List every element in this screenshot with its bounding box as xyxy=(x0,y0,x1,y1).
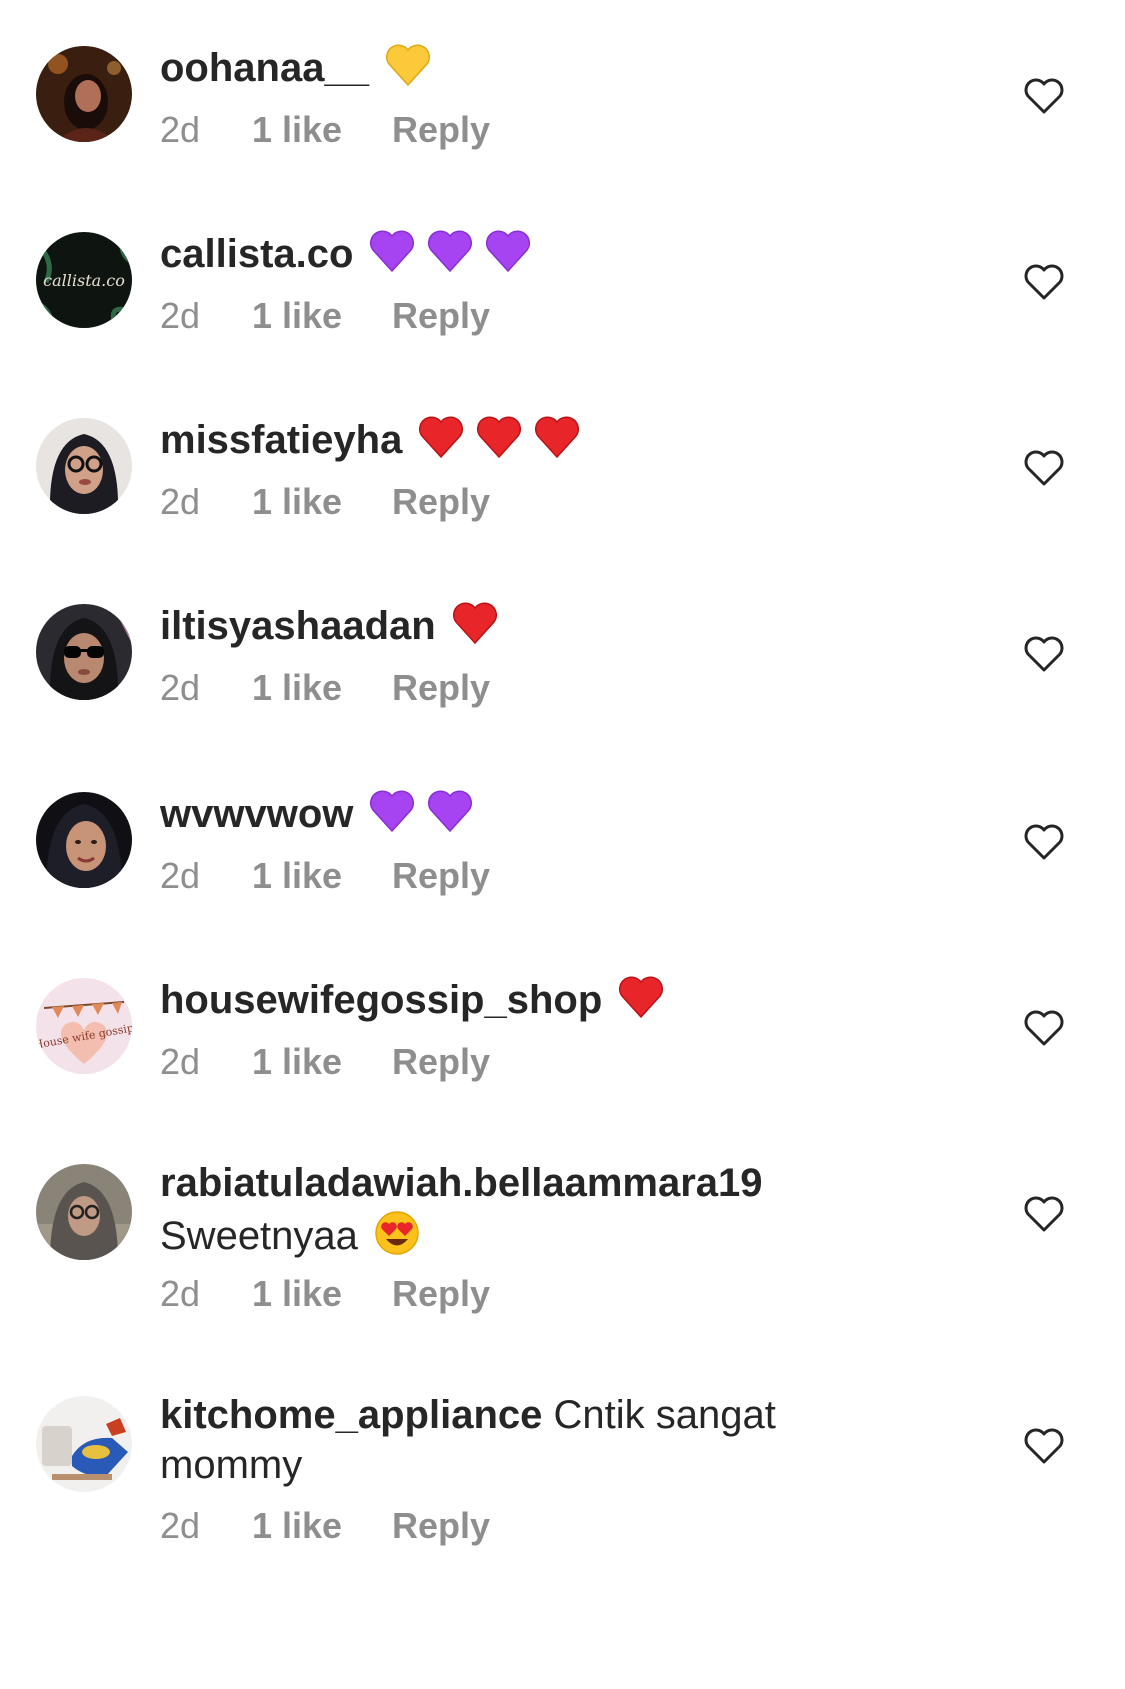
like-heart-icon[interactable] xyxy=(1022,260,1066,304)
comment-likes[interactable]: 1 like xyxy=(252,480,392,524)
reply-button[interactable]: Reply xyxy=(392,1272,490,1316)
red-heart-emoji xyxy=(616,972,666,1022)
red-heart-emoji xyxy=(450,598,500,648)
red-heart-emoji xyxy=(474,412,524,462)
comment-time: 2d xyxy=(160,667,201,708)
reply-button[interactable]: Reply xyxy=(392,666,490,710)
comment-username[interactable]: rabiatuladawiah.bellaammara19 xyxy=(160,1161,763,1205)
comment-meta: 2d 1 like Reply xyxy=(160,1272,490,1316)
comment-username[interactable]: housewifegossip_shop xyxy=(160,978,602,1022)
comment-likes[interactable]: 1 like xyxy=(252,1040,392,1084)
reply-button[interactable]: Reply xyxy=(392,1504,490,1548)
comments-list: oohanaa__ 2d 1 like Reply callista.co call… xyxy=(0,0,1125,1689)
comment-likes[interactable]: 1 like xyxy=(252,1272,392,1316)
comment-text: rabiatuladawiah.bellaammara19 Sweetnyaa xyxy=(160,1158,860,1261)
comment-time: 2d xyxy=(160,295,201,336)
comment-likes[interactable]: 1 like xyxy=(252,854,392,898)
avatar[interactable] xyxy=(36,46,132,142)
comment-username[interactable]: iltisyashaadan xyxy=(160,604,436,648)
yellow-heart-emoji xyxy=(383,40,433,90)
comment-text: iltisyashaadan xyxy=(160,598,860,651)
red-heart-emoji xyxy=(532,412,582,462)
comment-meta: 2d 1 like Reply xyxy=(160,854,490,898)
purple-heart-emoji xyxy=(483,226,533,276)
like-heart-icon[interactable] xyxy=(1022,1424,1066,1468)
heart-eyes-face-emoji xyxy=(372,1208,422,1258)
comment-username[interactable]: oohanaa__ xyxy=(160,46,369,90)
avatar[interactable] xyxy=(36,792,132,888)
comment-time: 2d xyxy=(160,109,201,150)
like-heart-icon[interactable] xyxy=(1022,74,1066,118)
woman-sunglasses-avatar xyxy=(36,604,132,700)
avatar[interactable] xyxy=(36,1396,132,1492)
comment-body: Sweetnyaa xyxy=(160,1214,358,1258)
comment-likes[interactable]: 1 like xyxy=(252,294,392,338)
comment-text: oohanaa__ xyxy=(160,40,860,93)
callista-logo-avatar: callista.co xyxy=(36,232,132,328)
avatar[interactable] xyxy=(36,604,132,700)
comment-meta: 2d 1 like Reply xyxy=(160,108,490,152)
red-heart-emoji xyxy=(416,412,466,462)
comment-time: 2d xyxy=(160,1273,201,1314)
comment-text: kitchome_appliance Cntik sangat mommy xyxy=(160,1390,860,1490)
comment-time: 2d xyxy=(160,1505,201,1546)
avatar-logo-text: callista.co xyxy=(43,271,125,290)
comment-text: housewifegossip_shop xyxy=(160,972,860,1025)
comment-likes[interactable]: 1 like xyxy=(252,108,392,152)
comment-meta: 2d 1 like Reply xyxy=(160,480,490,524)
comment-time: 2d xyxy=(160,855,201,896)
comment-meta: 2d 1 like Reply xyxy=(160,666,490,710)
like-heart-icon[interactable] xyxy=(1022,820,1066,864)
avatar[interactable] xyxy=(36,1164,132,1260)
comment-text: wvwvwow xyxy=(160,786,860,839)
woman-hijab-glasses-avatar xyxy=(36,1164,132,1260)
comment-meta: 2d 1 like Reply xyxy=(160,1040,490,1084)
purple-heart-emoji xyxy=(425,786,475,836)
comment-username[interactable]: callista.co xyxy=(160,232,353,276)
comment-time: 2d xyxy=(160,1041,201,1082)
purple-heart-emoji xyxy=(367,786,417,836)
comment-username[interactable]: wvwvwow xyxy=(160,792,353,836)
avatar[interactable]: House wife gossip xyxy=(36,978,132,1074)
housewife-gossip-logo-avatar: House wife gossip xyxy=(36,978,132,1074)
reply-button[interactable]: Reply xyxy=(392,480,490,524)
reply-button[interactable]: Reply xyxy=(392,1040,490,1084)
comment-likes[interactable]: 1 like xyxy=(252,666,392,710)
avatar[interactable] xyxy=(36,418,132,514)
reply-button[interactable]: Reply xyxy=(392,854,490,898)
comment-text: missfatieyha xyxy=(160,412,860,465)
comment-likes[interactable]: 1 like xyxy=(252,1504,392,1548)
woman-in-dim-light-avatar xyxy=(36,46,132,142)
toaster-appliance-avatar xyxy=(36,1396,132,1492)
woman-hijab-avatar xyxy=(36,792,132,888)
comment-meta: 2d 1 like Reply xyxy=(160,294,490,338)
comment-time: 2d xyxy=(160,481,201,522)
reply-button[interactable]: Reply xyxy=(392,294,490,338)
like-heart-icon[interactable] xyxy=(1022,1006,1066,1050)
avatar[interactable]: callista.co xyxy=(36,232,132,328)
reply-button[interactable]: Reply xyxy=(392,108,490,152)
comment-username[interactable]: missfatieyha xyxy=(160,418,402,462)
woman-glasses-hijab-avatar xyxy=(36,418,132,514)
comment-text: callista.co xyxy=(160,226,860,279)
comment-username[interactable]: kitchome_appliance xyxy=(160,1393,542,1437)
like-heart-icon[interactable] xyxy=(1022,1192,1066,1236)
comment-meta: 2d 1 like Reply xyxy=(160,1504,490,1548)
purple-heart-emoji xyxy=(425,226,475,276)
like-heart-icon[interactable] xyxy=(1022,632,1066,676)
like-heart-icon[interactable] xyxy=(1022,446,1066,490)
purple-heart-emoji xyxy=(367,226,417,276)
